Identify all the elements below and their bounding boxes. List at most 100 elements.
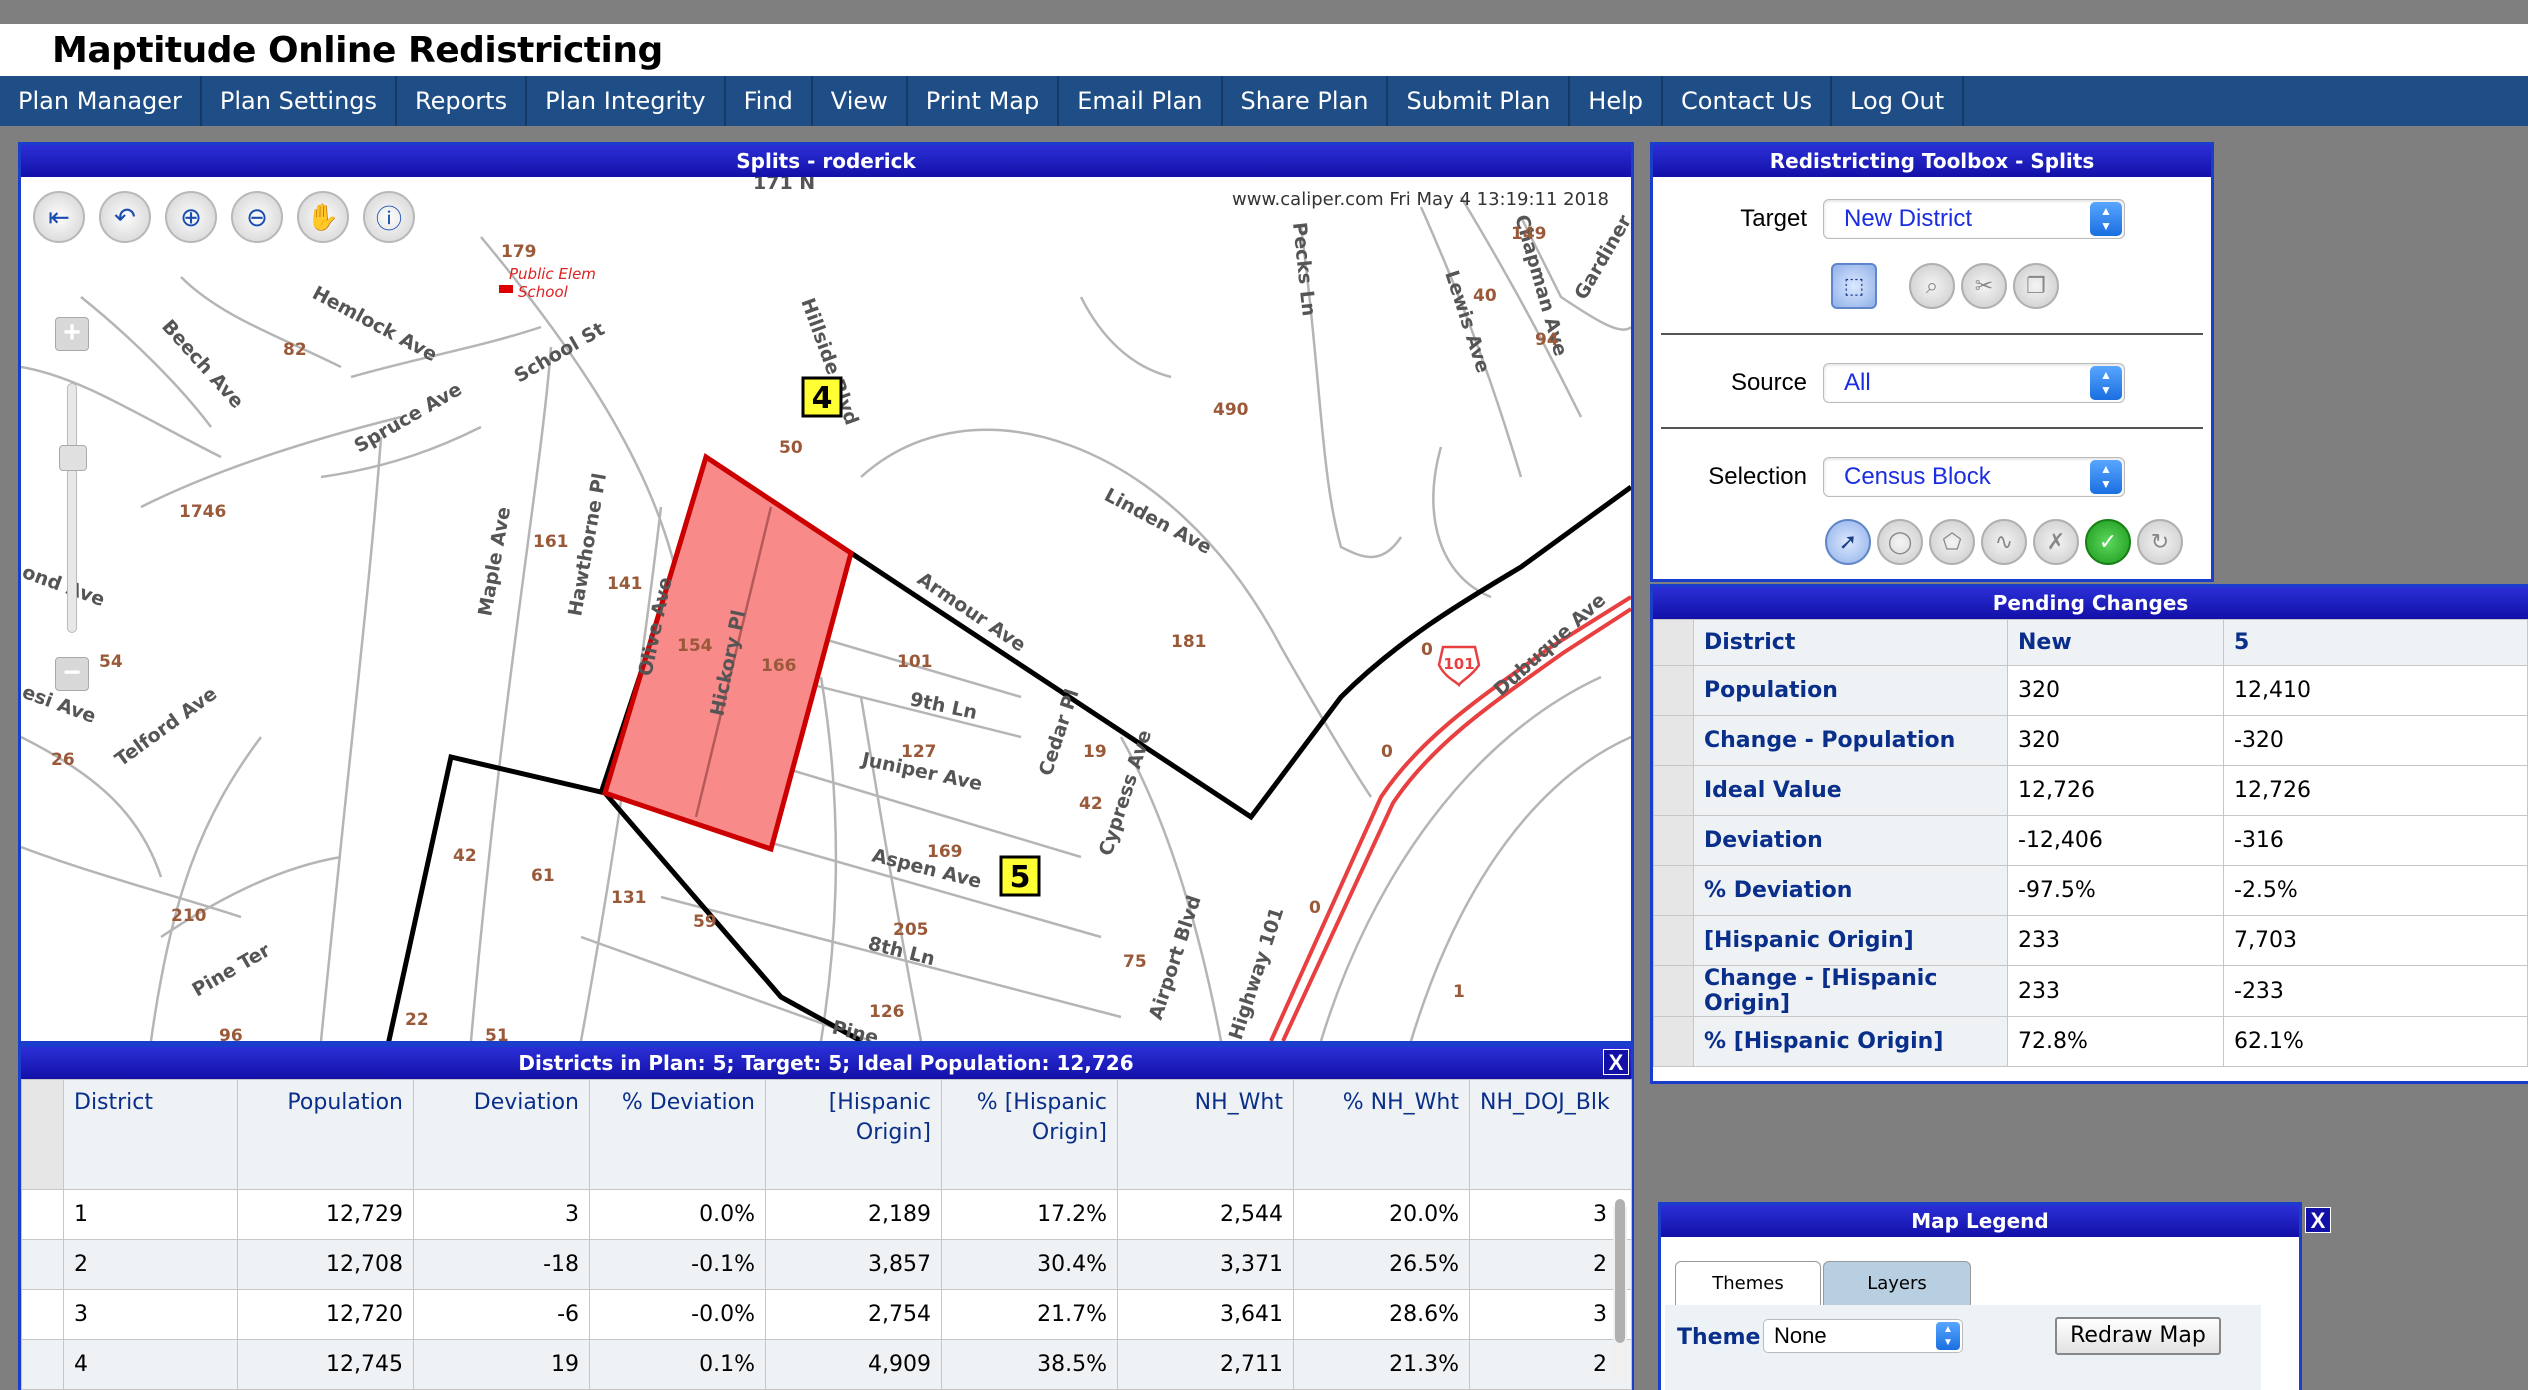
col-district[interactable]: District — [63, 1079, 238, 1190]
menu-plan-manager[interactable]: Plan Manager — [0, 76, 202, 126]
row-value: -97.5% — [2007, 865, 2224, 916]
zoom-in-icon[interactable]: ⊕ — [165, 191, 217, 243]
menu-print-map[interactable]: Print Map — [908, 76, 1060, 126]
full-extent-icon[interactable]: ⇤ — [33, 191, 85, 243]
pointer-select-icon[interactable]: ⬚ — [1831, 263, 1877, 309]
apply-check-icon[interactable]: ✓ — [2085, 519, 2131, 565]
svg-text:Pine Ter: Pine Ter — [189, 939, 275, 1001]
zoom-to-icon[interactable]: ⌕ — [1909, 263, 1955, 309]
menu-plan-integrity[interactable]: Plan Integrity — [527, 76, 726, 126]
target-select-value: New District — [1844, 205, 1973, 232]
district-badge-4: 4 — [801, 376, 843, 418]
svg-text:School: School — [518, 283, 569, 301]
zoom-out-icon[interactable]: ⊖ — [231, 191, 283, 243]
menu-submit-plan[interactable]: Submit Plan — [1388, 76, 1571, 126]
legend-themes-content: Theme None ▲ ▼ Redraw Map — [1665, 1305, 2261, 1390]
row-value: -12,406 — [2007, 815, 2224, 866]
tools-icon[interactable]: ✂ — [1961, 263, 2007, 309]
theme-select[interactable]: None ▲ ▼ — [1763, 1319, 1963, 1353]
select-line-icon[interactable]: ∿ — [1981, 519, 2027, 565]
undo-change-icon[interactable]: ↻ — [2137, 519, 2183, 565]
col-deviation[interactable]: Deviation — [413, 1079, 590, 1190]
app-header: Maptitude Online Redistricting — [0, 24, 2528, 76]
header-district: District — [1693, 619, 2008, 666]
row-value: 320 — [2007, 665, 2224, 716]
map-panel: Splits - roderick Public Elem School Hem… — [18, 142, 1634, 1044]
zoom-slider-plus-button[interactable]: + — [55, 317, 89, 351]
cell: 30.4% — [941, 1239, 1118, 1290]
table-row[interactable]: 2 12,708 -18 -0.1% 3,857 30.4% 3,371 26.… — [21, 1239, 1632, 1290]
svg-text:Hawthorne Pl: Hawthorne Pl — [564, 471, 611, 617]
svg-text:61: 61 — [531, 866, 555, 886]
col-hispanic-origin[interactable]: [Hispanic Origin] — [765, 1079, 942, 1190]
select-polygon-icon[interactable]: ⬠ — [1929, 519, 1975, 565]
redraw-map-button[interactable]: Redraw Map — [2055, 1317, 2221, 1355]
menu-reports[interactable]: Reports — [397, 76, 528, 126]
svg-text:Telford Ave: Telford Ave — [111, 683, 221, 771]
table-row: Change - Population 320 -320 — [1653, 715, 2528, 766]
zoom-slider-track[interactable] — [67, 383, 77, 633]
cell: 21.7% — [941, 1289, 1118, 1340]
table-row[interactable]: 1 12,729 3 0.0% 2,189 17.2% 2,544 20.0% … — [21, 1189, 1632, 1240]
chevron-updown-icon: ▲ ▼ — [2090, 366, 2122, 400]
col-nh-doj-blk[interactable]: NH_DOJ_Blk — [1469, 1079, 1632, 1190]
zoom-slider-minus-button[interactable]: − — [55, 657, 89, 691]
menu-help[interactable]: Help — [1570, 76, 1664, 126]
menu-email-plan[interactable]: Email Plan — [1059, 76, 1223, 126]
svg-text:42: 42 — [453, 846, 477, 866]
menu-plan-settings[interactable]: Plan Settings — [202, 76, 398, 126]
selection-select[interactable]: Census Block ▲ ▼ — [1823, 457, 2125, 497]
tab-layers[interactable]: Layers — [1823, 1261, 1971, 1307]
map-drawing[interactable]: Public Elem School Hemlock Ave Beech Ave… — [21, 177, 1631, 1041]
clear-selection-icon[interactable]: ✗ — [2033, 519, 2079, 565]
cell: 2,189 — [765, 1189, 942, 1240]
cell: 12,708 — [237, 1239, 414, 1290]
zoom-slider-handle[interactable] — [59, 445, 87, 471]
cell: 4 — [63, 1339, 238, 1390]
svg-text:Hemlock Ave: Hemlock Ave — [309, 282, 441, 366]
col-population[interactable]: Population — [237, 1079, 414, 1190]
districts-scrollbar-thumb[interactable] — [1615, 1199, 1625, 1343]
col-pct-deviation[interactable]: % Deviation — [589, 1079, 766, 1190]
close-legend-button[interactable]: X — [2305, 1207, 2331, 1233]
row-value: 72.8% — [2007, 1016, 2224, 1067]
svg-text:51: 51 — [485, 1026, 509, 1041]
cell: 28.6% — [1293, 1289, 1470, 1340]
svg-text:50: 50 — [779, 438, 803, 458]
copy-icon[interactable]: ❐ — [2013, 263, 2059, 309]
map-legend-title: Map Legend — [1661, 1205, 2299, 1237]
cell: 3,641 — [1117, 1289, 1294, 1340]
svg-text:171 N: 171 N — [753, 177, 815, 194]
select-pointer-icon[interactable]: ➚ — [1825, 519, 1871, 565]
cell: -18 — [413, 1239, 590, 1290]
svg-text:1746: 1746 — [179, 502, 226, 522]
tab-themes[interactable]: Themes — [1675, 1261, 1821, 1307]
source-select[interactable]: All ▲ ▼ — [1823, 363, 2125, 403]
table-row[interactable]: 3 12,720 -6 -0.0% 2,754 21.7% 3,641 28.6… — [21, 1289, 1632, 1340]
target-select[interactable]: New District ▲ ▼ — [1823, 199, 2125, 239]
info-icon[interactable]: ⓘ — [363, 191, 415, 243]
svg-text:Lewis Ave: Lewis Ave — [1440, 268, 1494, 376]
svg-text:131: 131 — [611, 888, 647, 908]
source-select-value: All — [1844, 369, 1871, 396]
table-row[interactable]: 4 12,745 19 0.1% 4,909 38.5% 2,711 21.3%… — [21, 1339, 1632, 1390]
col-pct-hispanic-origin[interactable]: % [Hispanic Origin] — [941, 1079, 1118, 1190]
svg-text:0: 0 — [1421, 640, 1433, 660]
map-canvas[interactable]: Public Elem School Hemlock Ave Beech Ave… — [21, 177, 1631, 1041]
svg-text:54: 54 — [99, 652, 123, 672]
cell: 12,745 — [237, 1339, 414, 1390]
menu-log-out[interactable]: Log Out — [1832, 76, 1965, 126]
menu-view[interactable]: View — [813, 76, 908, 126]
menu-share-plan[interactable]: Share Plan — [1223, 76, 1389, 126]
pan-hand-icon[interactable]: ✋ — [297, 191, 349, 243]
col-pct-nh-wht[interactable]: % NH_Wht — [1293, 1079, 1470, 1190]
menu-find[interactable]: Find — [726, 76, 813, 126]
school-label: Public Elem — [509, 265, 596, 283]
undo-icon[interactable]: ↶ — [99, 191, 151, 243]
table-row: District New 5 — [1653, 619, 2528, 666]
svg-text:166: 166 — [761, 656, 797, 676]
menu-contact-us[interactable]: Contact Us — [1663, 76, 1833, 126]
select-circle-icon[interactable]: ◯ — [1877, 519, 1923, 565]
close-districts-button[interactable]: X — [1603, 1049, 1629, 1075]
col-nh-wht[interactable]: NH_Wht — [1117, 1079, 1294, 1190]
